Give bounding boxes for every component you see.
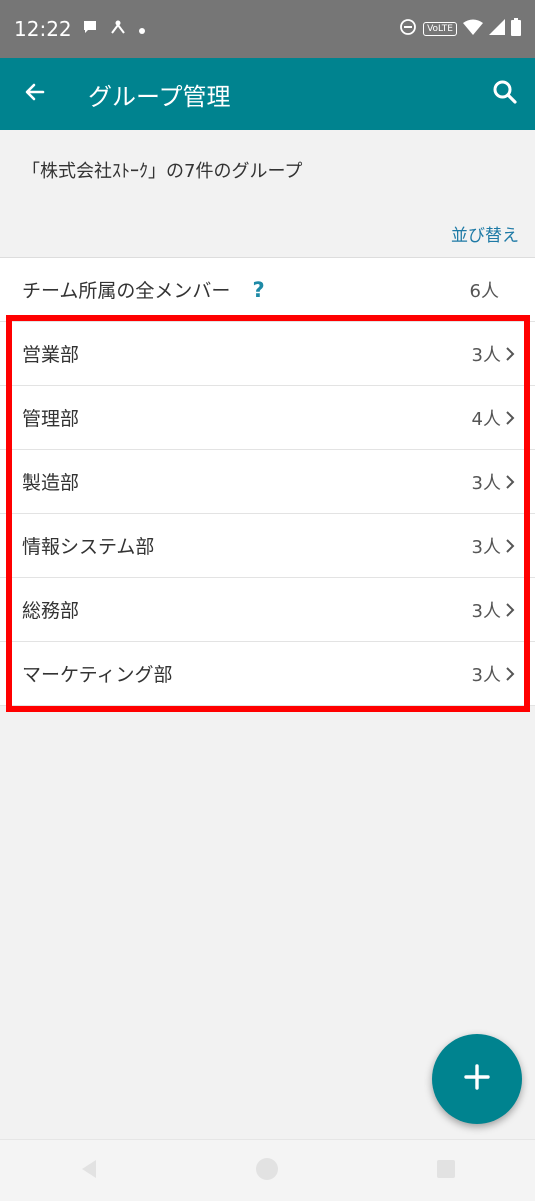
group-member-count: 3人 [471,600,501,622]
chevron-right-icon [505,346,519,362]
chevron-right-icon [505,602,519,618]
help-icon[interactable]: ? [252,278,264,302]
group-member-count: 4人 [471,408,501,430]
group-row-manufacturing[interactable]: 製造部 3人 [0,450,535,514]
group-list: チーム所属の全メンバー ? 6人 営業部 3人 管理部 4人 製造部 3人 情報… [0,257,535,706]
dnd-icon [399,18,417,40]
group-member-count: 3人 [471,664,501,686]
page-title: グループ管理 [88,82,231,111]
dot-icon [138,20,146,39]
nav-recents-button[interactable] [416,1146,476,1196]
chevron-right-icon [505,474,519,490]
group-member-count: 3人 [471,344,501,366]
group-row-sales[interactable]: 営業部 3人 [0,322,535,386]
all-members-label: チーム所属の全メンバー [22,280,231,302]
nav-back-button[interactable] [59,1146,119,1196]
network-share-icon [108,19,128,39]
circle-home-icon [255,1157,279,1185]
group-row-it[interactable]: 情報システム部 3人 [0,514,535,578]
signal-icon [489,19,505,39]
sort-button[interactable]: 並び替え [451,221,519,246]
add-group-button[interactable] [432,1034,522,1124]
group-row-marketing[interactable]: マーケティング部 3人 [0,642,535,706]
back-arrow-icon [23,80,47,108]
chevron-right-icon [505,666,519,682]
group-name: 総務部 [22,600,80,622]
group-row-general-affairs[interactable]: 総務部 3人 [0,578,535,642]
group-count-heading: 「株式会社ｽﾄｰｸ」の7件のグループ [22,161,303,182]
search-icon [492,79,518,109]
group-member-count: 3人 [471,536,501,558]
system-nav-bar [0,1139,535,1201]
group-name: マーケティング部 [22,664,173,686]
battery-icon [511,18,521,40]
group-name: 管理部 [22,408,80,430]
nav-home-button[interactable] [237,1146,297,1196]
volte-badge: VoLTE [423,22,457,36]
group-name: 製造部 [22,472,80,494]
group-row-management[interactable]: 管理部 4人 [0,386,535,450]
search-button[interactable] [475,58,535,130]
chevron-right-icon [505,410,519,426]
all-members-row[interactable]: チーム所属の全メンバー ? 6人 [0,258,535,322]
group-name: 情報システム部 [22,536,155,558]
wifi-icon [463,19,483,39]
all-members-count: 6人 [469,280,499,302]
group-name: 営業部 [22,344,80,366]
notification-icons [82,19,146,39]
chat-bubble-icon [82,19,98,39]
triangle-back-icon [78,1158,100,1184]
status-time: 12:22 [14,17,72,41]
square-recents-icon [436,1159,456,1183]
back-button[interactable] [0,58,70,130]
group-member-count: 3人 [471,472,501,494]
plus-icon [463,1063,491,1095]
chevron-right-icon [505,538,519,554]
system-icons: VoLTE [399,18,521,40]
status-bar: 12:22 VoLTE [0,0,535,58]
app-bar: グループ管理 [0,58,535,130]
